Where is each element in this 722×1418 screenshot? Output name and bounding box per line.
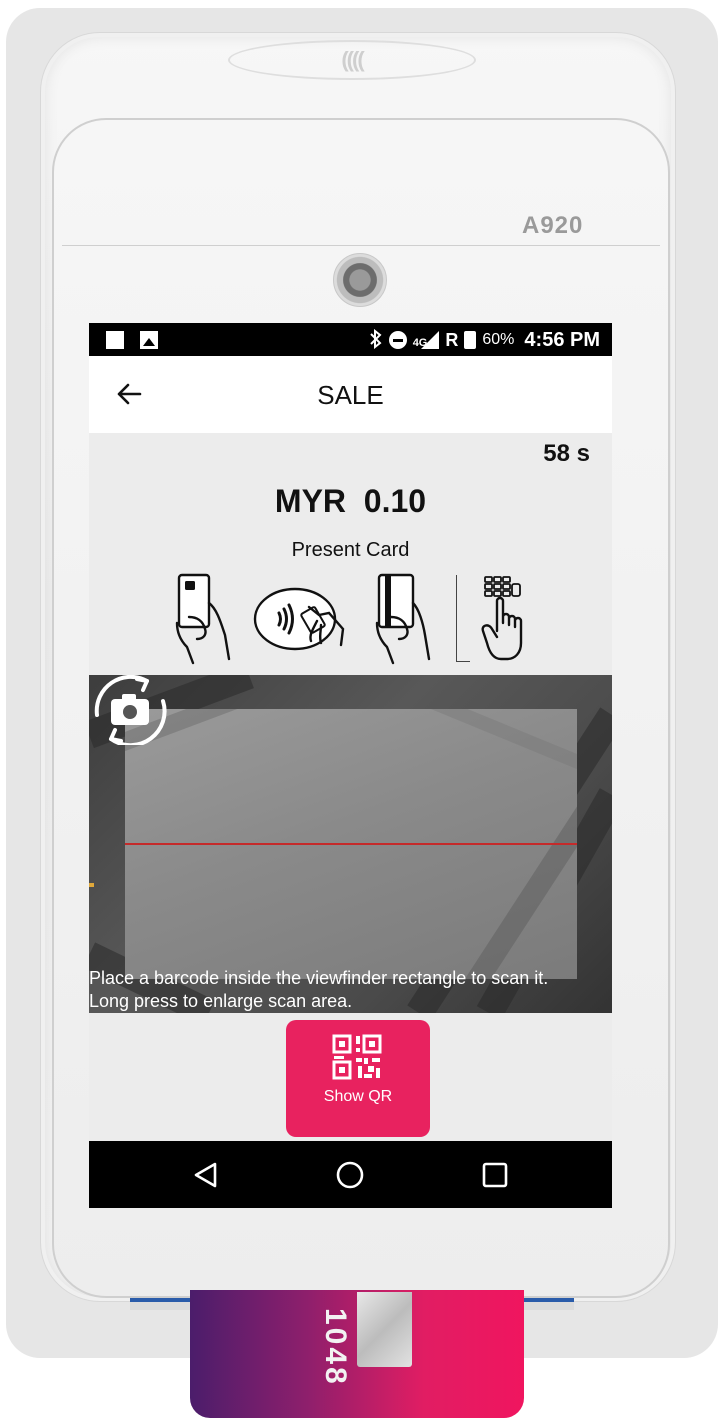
status-bar: 4G R 60% 4:56 PM [89, 323, 612, 356]
show-qr-button[interactable]: Show QR [286, 1020, 430, 1137]
page-title: SALE [317, 380, 384, 410]
do-not-disturb-icon [388, 331, 407, 349]
manual-keypad-entry-icon [479, 573, 539, 665]
terminal-screen: 4G R 60% 4:56 PM SALE 58 s MYR 0.10 Pres… [89, 323, 612, 1208]
bluetooth-icon [369, 328, 383, 352]
contactless-tap-icon [251, 585, 351, 655]
card-number-partial: 1048 [319, 1308, 352, 1387]
scanner-help-line-1: Place a barcode inside the viewfinder re… [89, 968, 549, 988]
countdown-timer: 58 s [543, 440, 590, 467]
insert-card-icon [175, 573, 231, 665]
barcode-scanner-view[interactable]: Place a barcode inside the viewfinder re… [89, 675, 612, 1013]
signal-icon: 4G [413, 331, 440, 349]
back-triangle-icon[interactable] [190, 1159, 222, 1191]
roaming-indicator: R [445, 329, 459, 350]
battery-icon [464, 331, 477, 349]
present-card-prompt: Present Card [291, 539, 410, 561]
swipe-card-icon [375, 573, 431, 665]
app-bar: SALE [89, 356, 612, 433]
model-label: A920 [522, 212, 584, 239]
bezel-divider [62, 245, 660, 246]
front-camera [333, 253, 387, 307]
payment-method-icons [163, 573, 543, 668]
home-circle-icon[interactable] [334, 1159, 366, 1191]
battery-percent: 60% [482, 331, 515, 348]
switch-camera-icon[interactable] [89, 675, 169, 748]
contactless-logo: (((( [228, 40, 476, 80]
scanner-help-line-2: Long press to enlarge scan area. [89, 991, 353, 1011]
android-nav-bar [89, 1141, 612, 1208]
recents-square-icon[interactable] [479, 1159, 511, 1191]
scanner-help-text: Place a barcode inside the viewfinder re… [89, 967, 612, 1013]
image-icon [140, 331, 158, 349]
card-slot-left [130, 1298, 190, 1310]
scan-laser-line [125, 843, 577, 845]
notification-square-icon [106, 331, 124, 349]
show-qr-label: Show QR [323, 1088, 393, 1105]
sale-amount: MYR 0.10 [274, 483, 427, 519]
clock: 4:56 PM [524, 328, 600, 351]
qr-code-icon [332, 1034, 384, 1080]
card-hologram [357, 1292, 412, 1367]
status-icons: 4G R 60% 4:56 PM [369, 327, 600, 353]
method-divider [456, 575, 470, 662]
focus-marker [89, 883, 94, 887]
card-slot-right [524, 1298, 574, 1310]
